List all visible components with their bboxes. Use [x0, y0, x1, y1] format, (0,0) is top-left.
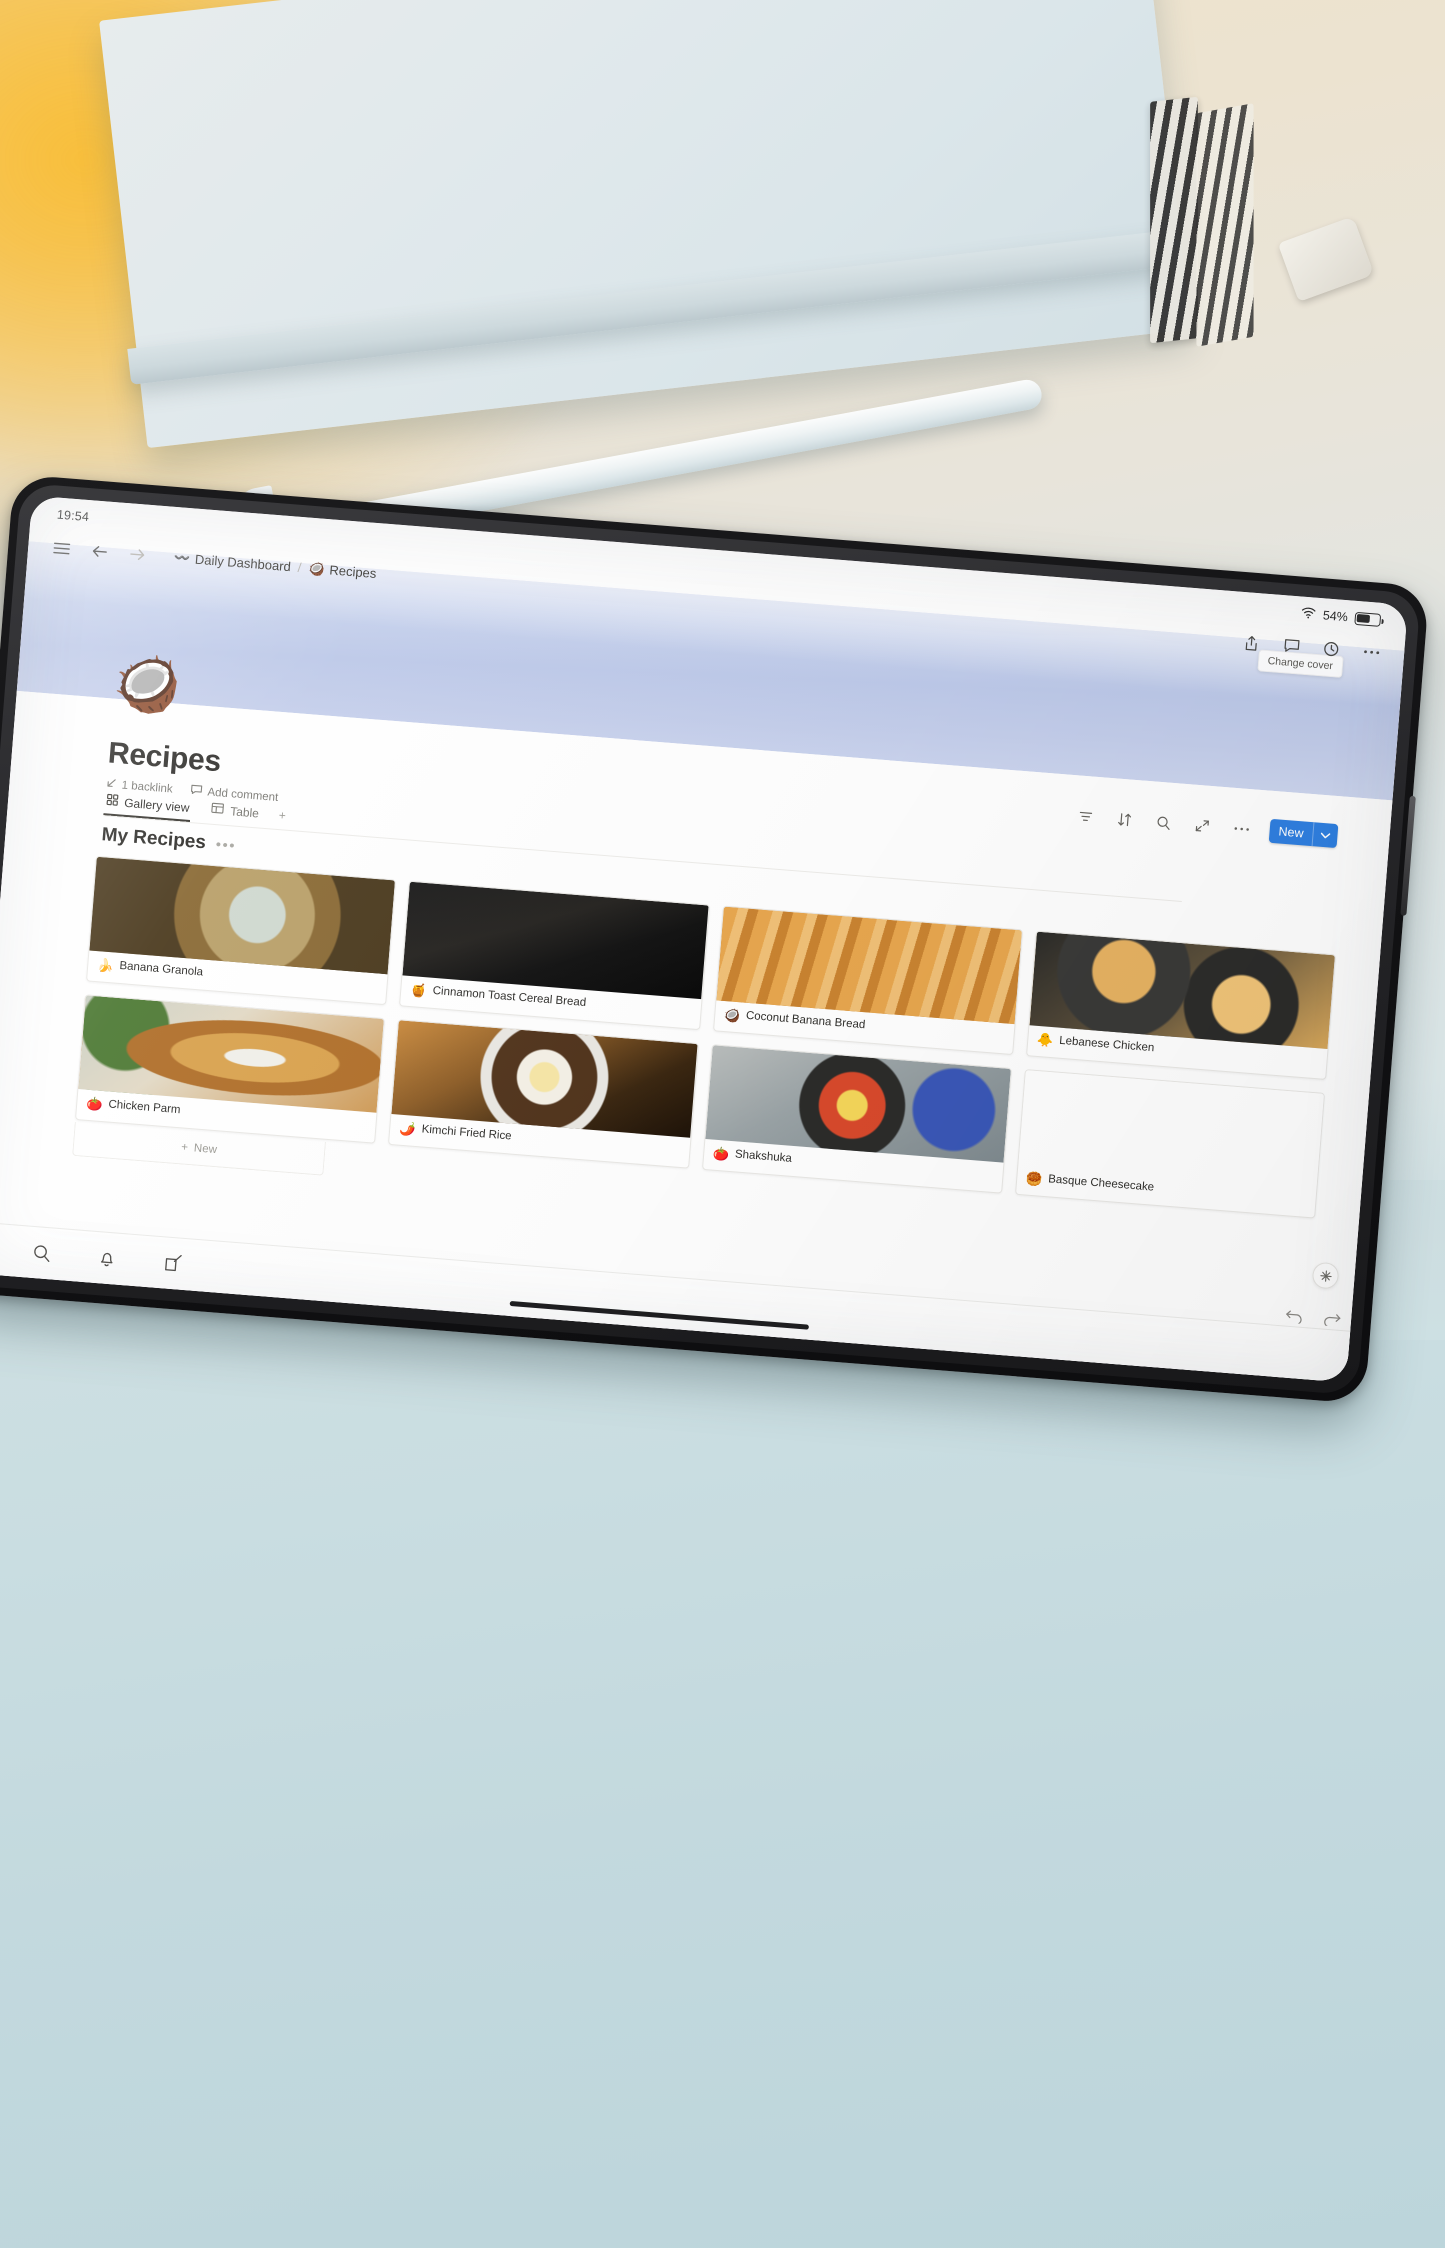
bell-icon[interactable]: [95, 1247, 119, 1271]
hamburger-menu-icon[interactable]: [49, 536, 73, 560]
gallery-card[interactable]: 🍯 Cinnamon Toast Cereal Bread: [399, 880, 710, 1030]
photo-scene: 19:54 54% 〰️ Daily Dashboard / 🥥 Recipes…: [0, 0, 1445, 2248]
comment-icon[interactable]: [1280, 634, 1304, 658]
breadcrumb-separator: /: [297, 559, 303, 575]
gallery-card-title: Kimchi Fried Rice: [421, 1123, 513, 1143]
gallery-card-emoji-icon: 🍌: [96, 957, 115, 974]
gallery-card-emoji-icon: 🌶️: [398, 1120, 417, 1138]
tablet-device: 19:54 54% 〰️ Daily Dashboard / 🥥 Recipes…: [0, 474, 1430, 1405]
back-arrow-icon[interactable]: [87, 539, 111, 563]
filter-icon[interactable]: [1074, 804, 1098, 828]
more-horizontal-icon[interactable]: [1359, 640, 1383, 664]
gallery-card[interactable]: 🌶️ Kimchi Fried Rice: [388, 1018, 699, 1169]
gallery-card-emoji-icon: 🐥: [1036, 1032, 1054, 1049]
expand-icon[interactable]: [1191, 814, 1215, 838]
gallery-card-title: Basque Cheesecake: [1047, 1173, 1155, 1194]
undo-icon[interactable]: [1284, 1309, 1303, 1327]
breadcrumb: 〰️ Daily Dashboard / 🥥 Recipes: [173, 549, 377, 580]
tablet-screen: 19:54 54% 〰️ Daily Dashboard / 🥥 Recipes…: [0, 495, 1409, 1383]
gallery-card-title: Banana Granola: [119, 959, 204, 979]
redo-icon[interactable]: [1322, 1312, 1341, 1330]
gallery-card-emoji-icon: 🍅: [85, 1095, 104, 1113]
clock-history-icon[interactable]: [1319, 637, 1343, 661]
new-item-button[interactable]: New: [1268, 818, 1339, 849]
gallery-card[interactable]: 🍌 Banana Granola: [85, 855, 397, 1006]
browser-actions: [1240, 631, 1383, 664]
gallery-card[interactable]: 🐥 Lebanese Chicken: [1025, 930, 1337, 1080]
share-icon[interactable]: [1240, 631, 1264, 655]
breadcrumb-label-recipes: Recipes: [328, 561, 377, 581]
gallery-card-emoji-icon: 🍅: [712, 1145, 730, 1163]
gallery-card[interactable]: 🥥 Coconut Banana Bread: [712, 905, 1023, 1055]
wifi-icon: [1300, 606, 1316, 622]
tab-table-view-label: Table: [229, 803, 260, 820]
gallery-card[interactable]: 🍅 Chicken Parm: [74, 994, 386, 1144]
notebook-elastic-band: [1150, 96, 1198, 344]
chevron-down-icon[interactable]: [1313, 831, 1337, 840]
table-view-icon: [211, 802, 225, 818]
floating-controls: [1311, 1261, 1340, 1290]
forward-arrow-icon[interactable]: [125, 542, 149, 566]
compose-icon[interactable]: [161, 1252, 185, 1276]
page-icon-coconut-icon[interactable]: 🥥: [111, 652, 183, 717]
coconut-icon: 🥥: [307, 560, 326, 577]
gallery-card-title: Shakshuka: [734, 1148, 793, 1165]
gallery-card[interactable]: 🥮 Basque Cheesecake: [1014, 1068, 1326, 1219]
more-horizontal-icon[interactable]: [1230, 817, 1254, 841]
gallery-section-header: My Recipes •••: [101, 824, 237, 857]
gallery-card-title: Lebanese Chicken: [1058, 1034, 1155, 1055]
wave-icon: 〰️: [173, 549, 191, 566]
gallery-card-title: Coconut Banana Bread: [745, 1009, 866, 1032]
gallery-card-title: Chicken Parm: [108, 1098, 181, 1116]
database-toolbar: New: [1074, 803, 1339, 849]
gallery-card[interactable]: 🍅 Shakshuka: [701, 1043, 1012, 1194]
gallery-card-title: Cinnamon Toast Cereal Bread: [432, 984, 587, 1010]
page-title[interactable]: Recipes: [107, 736, 282, 784]
gallery-view-icon: [106, 793, 119, 809]
status-time: 19:54: [56, 507, 90, 525]
sparkle-ai-icon[interactable]: [1311, 1261, 1340, 1290]
battery-percent: 54%: [1322, 608, 1349, 625]
notebook-elastic-band-second: [1196, 103, 1254, 347]
tab-gallery-view-label: Gallery view: [123, 795, 191, 815]
gallery-section-title: My Recipes: [100, 824, 207, 854]
plus-icon: +: [180, 1140, 189, 1154]
new-card-label: New: [193, 1141, 218, 1156]
sort-icon[interactable]: [1113, 807, 1137, 831]
add-view-button[interactable]: +: [278, 808, 286, 829]
gallery-card-emoji-icon: 🥥: [723, 1007, 741, 1024]
gallery-card-emoji-icon: 🍯: [409, 982, 428, 999]
search-icon[interactable]: [29, 1241, 53, 1265]
new-item-label: New: [1278, 824, 1305, 841]
tab-table-view[interactable]: Table: [208, 799, 262, 828]
breadcrumb-label-daily-dashboard: Daily Dashboard: [194, 551, 292, 574]
notebook-band-tip: [1277, 216, 1375, 302]
more-horizontal-icon[interactable]: •••: [215, 836, 237, 855]
battery-icon: [1354, 611, 1382, 627]
breadcrumb-item-recipes[interactable]: 🥥 Recipes: [308, 560, 377, 580]
breadcrumb-item-daily-dashboard[interactable]: 〰️ Daily Dashboard: [173, 549, 291, 573]
search-icon[interactable]: [1152, 810, 1176, 834]
gallery-card-emoji-icon: 🥮: [1025, 1170, 1043, 1187]
